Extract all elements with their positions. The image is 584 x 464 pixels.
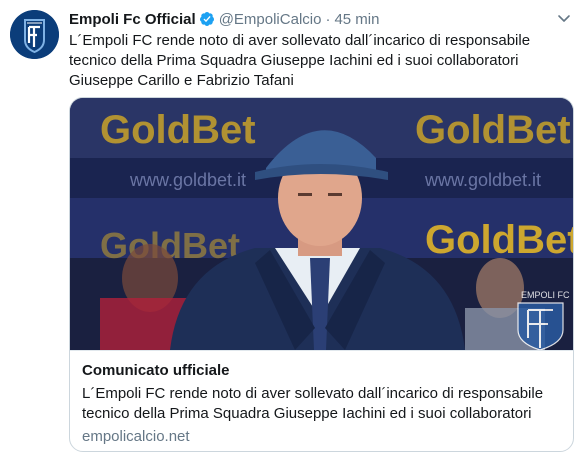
card-body: Comunicato ufficiale L´Empoli FC rende n… (70, 350, 573, 451)
banner-url-right: www.goldbet.it (424, 170, 541, 190)
tweet-header: Empoli Fc Official @EmpoliCalcio · 45 mi… (69, 9, 379, 29)
banner-url-left: www.goldbet.it (129, 170, 246, 190)
chevron-down-icon[interactable] (556, 10, 572, 26)
card-domain[interactable]: empolicalcio.net (82, 427, 561, 447)
card-image: GoldBet GoldBet www.goldbet.it www.goldb… (70, 98, 573, 350)
banner-text-lower: GoldBet (425, 218, 573, 262)
card-title: Comunicato ufficiale (82, 362, 230, 379)
separator-dot: · (325, 10, 331, 28)
empoli-crest-icon (10, 10, 59, 59)
timestamp[interactable]: 45 min (334, 11, 379, 28)
card-description: L´Empoli FC rende noto di aver sollevato… (82, 385, 544, 422)
author-handle[interactable]: @EmpoliCalcio (219, 11, 322, 28)
avatar[interactable] (10, 10, 59, 59)
author-name[interactable]: Empoli Fc Official (69, 11, 196, 28)
tweet[interactable]: Empoli Fc Official @EmpoliCalcio · 45 mi… (0, 0, 584, 464)
watermark-text: EMPOLI FC (521, 290, 570, 300)
tweet-text: L´Empoli FC rende noto di aver sollevato… (69, 32, 531, 89)
banner-text-right: GoldBet (415, 108, 571, 152)
link-card[interactable]: GoldBet GoldBet www.goldbet.it www.goldb… (69, 97, 574, 452)
banner-text-left: GoldBet (100, 108, 256, 152)
verified-badge-icon (199, 11, 215, 27)
